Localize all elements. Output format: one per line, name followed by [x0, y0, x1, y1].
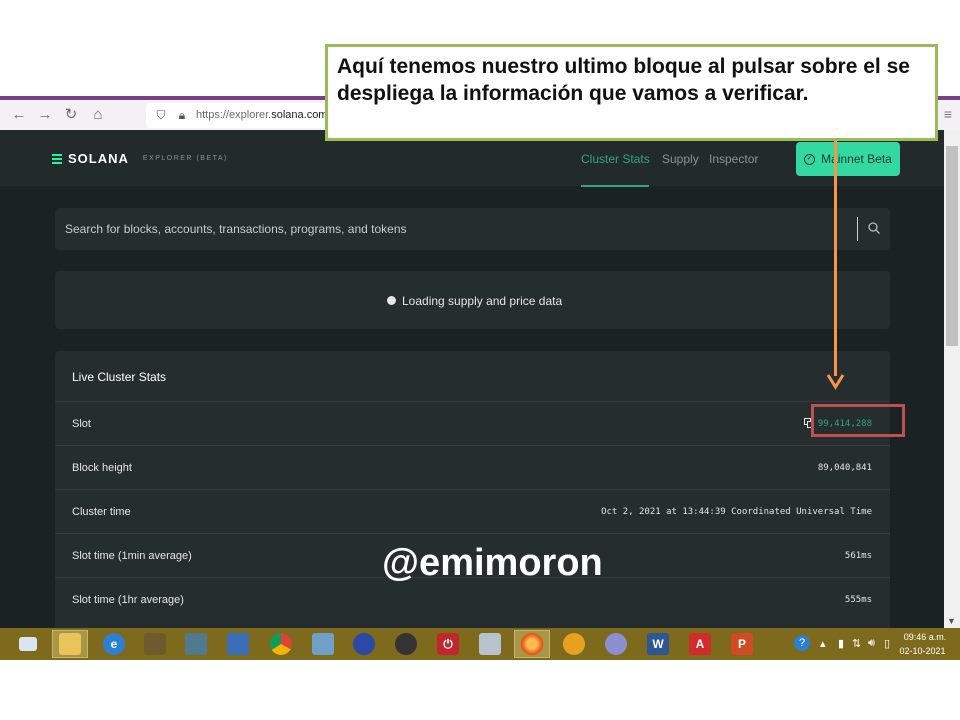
stats-value: 561ms — [844, 551, 872, 561]
loading-spinner-icon — [387, 296, 396, 305]
battery-icon[interactable]: ▯ — [884, 637, 890, 650]
media-app-icon[interactable] — [137, 630, 173, 658]
windows-taskbar: e ⏻ W A P ? ▴ ▮ ⇅ 🔊︎ ▯ 09:46 a.m. 02-10-… — [0, 628, 960, 660]
calculator-icon[interactable] — [472, 630, 508, 658]
arrow-down-icon — [826, 374, 845, 390]
network-app-icon[interactable] — [305, 630, 341, 658]
stats-row-block-height: Block height 89,040,841 — [55, 445, 890, 489]
url-text[interactable]: https://explorer.solana.com — [196, 109, 327, 121]
network-button[interactable]: ✓ Mainnet Beta — [796, 142, 900, 176]
active-nav-underline — [581, 185, 649, 187]
forward-arrow-icon[interactable]: → — [36, 106, 54, 124]
shield-icon[interactable]: ⛉ — [154, 108, 168, 122]
live-cluster-stats-card: Live Cluster Stats Slot 99,414,288 Block… — [55, 351, 890, 628]
stats-label: Slot time (1min average) — [72, 550, 192, 562]
check-circle-icon: ✓ — [804, 153, 816, 165]
show-desktop-icon[interactable] — [10, 630, 46, 658]
callout-text: Aquí tenemos nuestro ultimo bloque al pu… — [337, 55, 910, 105]
watermark-text: @emimoron — [382, 542, 603, 584]
solana-logo-mark — [52, 153, 62, 164]
annotation-arrow-line — [834, 141, 837, 376]
back-arrow-icon[interactable]: ← — [10, 106, 28, 124]
stats-title: Live Cluster Stats — [72, 370, 167, 384]
address-bar[interactable]: ⛉ 🔒︎ https://explorer.solana.com — [146, 103, 346, 128]
power-app-icon[interactable]: ⏻ — [430, 630, 466, 658]
speaker-app-icon[interactable] — [388, 630, 424, 658]
internet-explorer-icon[interactable]: e — [96, 630, 132, 658]
stats-row-slot: Slot 99,414,288 — [55, 401, 890, 445]
file-explorer-icon[interactable] — [52, 630, 88, 658]
stats-value: 89,040,841 — [817, 463, 872, 473]
stats-label: Block height — [72, 462, 132, 474]
stats-label: Cluster time — [72, 506, 131, 518]
network-icon[interactable]: ⇅ — [852, 637, 861, 650]
stats-label: Slot time (1hr average) — [72, 594, 184, 606]
screenshot-stage: ← → ↻ ⌂ ⛉ 🔒︎ https://explorer.solana.com… — [0, 0, 960, 720]
powerpoint-icon[interactable]: P — [724, 630, 760, 658]
slot-highlight-box — [811, 404, 905, 437]
tray-expand-icon[interactable]: ▴ — [820, 637, 826, 650]
scrollbar-thumb[interactable] — [946, 146, 958, 346]
settings-app-icon[interactable] — [220, 630, 256, 658]
annotation-callout: Aquí tenemos nuestro ultimo bloque al pu… — [325, 44, 938, 141]
logo-text: SOLANA — [68, 151, 129, 166]
help-icon[interactable]: ? — [794, 635, 810, 651]
stats-label: Slot — [72, 418, 91, 430]
clock-time[interactable]: 09:46 a.m. — [900, 632, 950, 642]
clock-date[interactable]: 02-10-2021 — [895, 646, 950, 656]
solana-logo[interactable]: SOLANA EXPLORER (BETA) — [52, 151, 228, 166]
network-button-label: Mainnet Beta — [821, 152, 892, 166]
volume-icon[interactable]: 🔊︎ — [868, 637, 875, 650]
firefox-icon[interactable] — [514, 630, 550, 658]
menu-icon[interactable]: ≡ — [944, 106, 952, 122]
nav-supply[interactable]: Supply — [662, 152, 699, 166]
signal-icon[interactable]: ▮ — [838, 637, 844, 650]
headphones-app-icon[interactable] — [346, 630, 382, 658]
nav-cluster-stats[interactable]: Cluster Stats — [581, 152, 650, 166]
word-icon[interactable]: W — [640, 630, 676, 658]
chrome-icon[interactable] — [263, 630, 299, 658]
search-input[interactable]: Search for blocks, accounts, transaction… — [55, 208, 890, 250]
page-scrollbar[interactable]: ▼ — [944, 130, 960, 628]
pdf-reader-icon[interactable]: A — [682, 630, 718, 658]
stats-row-cluster-time: Cluster time Oct 2, 2021 at 13:44:39 Coo… — [55, 489, 890, 533]
scroll-down-icon[interactable]: ▼ — [947, 616, 956, 626]
stats-value: Oct 2, 2021 at 13:44:39 Coordinated Univ… — [601, 507, 872, 517]
logo-subtitle: EXPLORER (BETA) — [142, 155, 228, 162]
supply-card: Loading supply and price data — [55, 271, 890, 329]
search-divider — [857, 217, 858, 241]
stats-value: 555ms — [844, 595, 872, 605]
search-icon[interactable] — [867, 221, 881, 235]
reload-icon[interactable]: ↻ — [62, 106, 80, 124]
loading-text: Loading supply and price data — [402, 294, 563, 308]
photo-app-icon[interactable] — [178, 630, 214, 658]
lock-icon[interactable]: 🔒︎ — [175, 108, 189, 122]
vpn-app-icon[interactable] — [556, 630, 592, 658]
torrent-app-icon[interactable] — [598, 630, 634, 658]
nav-inspector[interactable]: Inspector — [709, 152, 758, 166]
home-icon[interactable]: ⌂ — [89, 106, 107, 124]
search-placeholder: Search for blocks, accounts, transaction… — [65, 222, 407, 236]
